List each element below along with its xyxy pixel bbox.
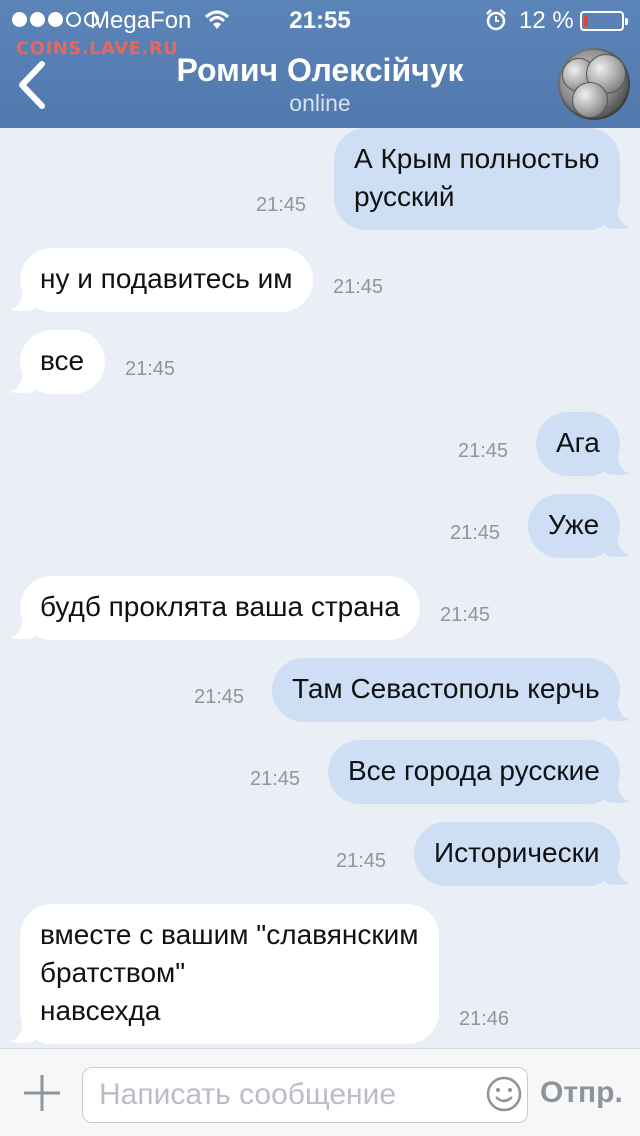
bubble-tail	[10, 370, 34, 393]
message-input-placeholder: Написать сообщение	[99, 1078, 397, 1111]
message-time: 21:45	[194, 686, 245, 708]
incoming-message[interactable]: ну и подавитесь им 21:45	[0, 248, 640, 312]
bubble-tail	[10, 1020, 34, 1043]
outgoing-message[interactable]: А Крым полностью русский 21:45	[0, 128, 640, 230]
coin-image	[572, 82, 608, 118]
battery-level	[584, 15, 588, 27]
message-list[interactable]: А Крым полностью русский 21:45 ну и подавит…	[0, 128, 640, 1048]
contact-avatar[interactable]	[558, 48, 630, 120]
bubble-tail	[10, 616, 34, 639]
contact-status: online	[289, 90, 351, 116]
message-time: 21:45	[336, 850, 387, 872]
message-bubble[interactable]: А Крым полностью русский	[334, 128, 620, 230]
message-text: ну и подавитесь им	[40, 263, 293, 294]
composer: Написать сообщение Отпр.	[0, 1048, 640, 1136]
message-text: русский	[354, 181, 455, 212]
incoming-message[interactable]: вместе с вашим "славянским братством" навс…	[0, 904, 640, 1044]
message-text: навсехда	[40, 995, 161, 1026]
message-bubble[interactable]: Все города русские	[328, 740, 620, 804]
message-text: А Крым полностью	[354, 143, 600, 174]
message-time: 21:45	[250, 768, 301, 790]
alarm-icon	[486, 9, 506, 31]
message-bubble[interactable]: ну и подавитесь им	[20, 248, 313, 312]
message-time: 21:45	[440, 604, 491, 626]
outgoing-message[interactable]: Все города русские 21:45	[0, 740, 640, 804]
battery-percent: 12 %	[519, 7, 574, 34]
bubble-tail	[606, 452, 630, 475]
send-button[interactable]: Отпр.	[540, 1076, 623, 1110]
message-time: 21:45	[333, 276, 384, 298]
message-text: братством"	[40, 957, 186, 988]
outgoing-message[interactable]: Там Севастополь керчь 21:45	[0, 658, 640, 722]
status-bar: MegaFon 21:55 12 %	[0, 0, 640, 40]
message-text: Ага	[556, 427, 600, 458]
message-bubble[interactable]: вместе с вашим "славянским братством" навс…	[20, 904, 439, 1044]
bubble-tail	[10, 288, 34, 311]
plus-icon[interactable]	[20, 1071, 64, 1115]
outgoing-message[interactable]: Ага 21:45	[0, 412, 640, 476]
message-input[interactable]: Написать сообщение	[82, 1067, 528, 1123]
message-text: все	[40, 345, 85, 376]
chat-screen: MegaFon 21:55 12 % COINS.LAVE.RU Ромич О…	[0, 0, 640, 1136]
message-text: Там Севастополь керчь	[292, 673, 600, 704]
message-time: 21:45	[256, 194, 307, 216]
bubble-tail	[606, 862, 630, 885]
outgoing-message[interactable]: Исторически 21:45	[0, 822, 640, 886]
bubble-tail	[606, 698, 630, 721]
message-time: 21:45	[125, 358, 176, 380]
incoming-message[interactable]: все 21:45	[0, 330, 640, 394]
message-text: Уже	[548, 509, 600, 540]
message-bubble[interactable]: будб проклята ваша страна	[20, 576, 420, 640]
message-text: Все города русские	[348, 755, 600, 786]
message-bubble[interactable]: Исторически	[414, 822, 620, 886]
smile-icon[interactable]	[485, 1075, 523, 1113]
incoming-message[interactable]: будб проклята ваша страна 21:45	[0, 576, 640, 640]
message-text: будб проклята ваша страна	[40, 591, 400, 622]
outgoing-message[interactable]: Уже 21:45	[0, 494, 640, 558]
message-text: вместе с вашим "славянским	[40, 919, 419, 950]
bubble-tail	[606, 780, 630, 803]
bubble-tail	[606, 534, 630, 557]
header: MegaFon 21:55 12 % COINS.LAVE.RU Ромич О…	[0, 0, 640, 128]
battery-icon	[580, 11, 628, 31]
message-time: 21:46	[459, 1008, 510, 1030]
message-text: Исторически	[434, 837, 600, 868]
bubble-tail	[606, 206, 630, 229]
message-time: 21:45	[458, 440, 509, 462]
contact-name[interactable]: Ромич Олексійчук	[0, 52, 640, 89]
message-time: 21:45	[450, 522, 501, 544]
message-bubble[interactable]: Там Севастополь керчь	[272, 658, 620, 722]
